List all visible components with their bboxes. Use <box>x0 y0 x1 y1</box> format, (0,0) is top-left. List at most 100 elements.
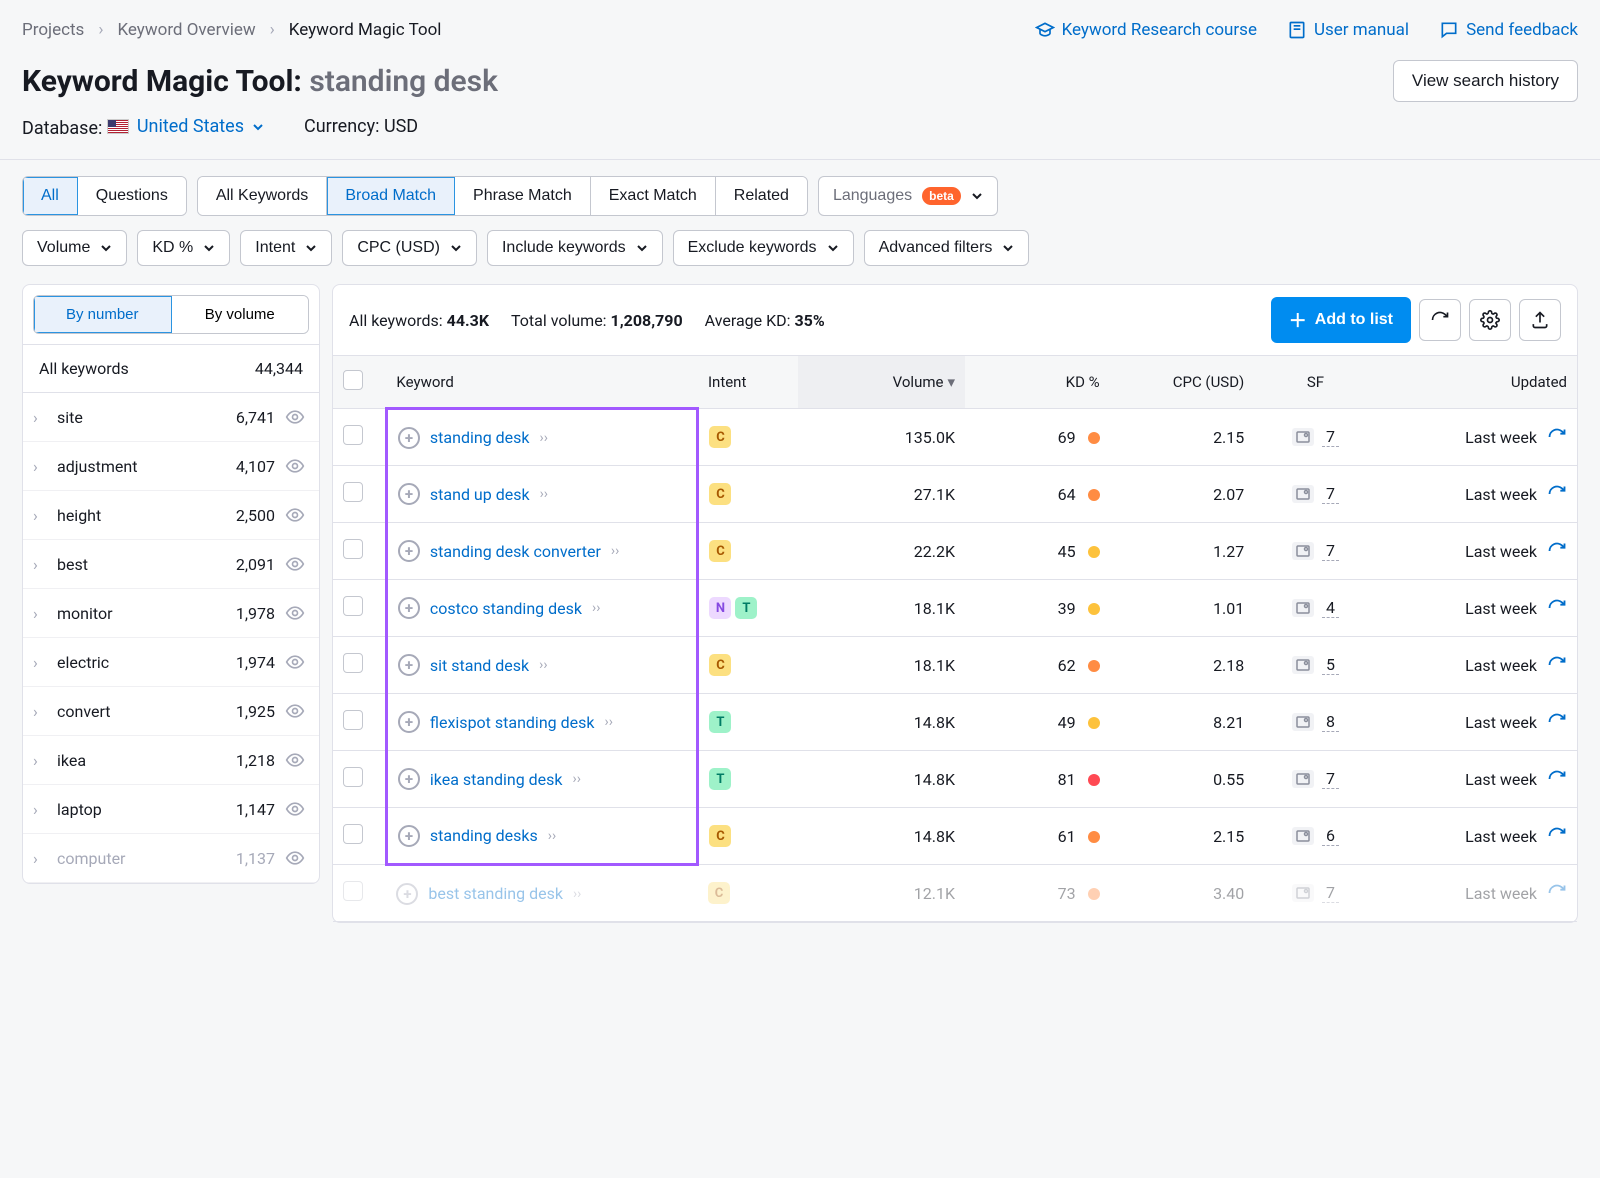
sidebar-item-electric[interactable]: › electric 1,974 <box>23 638 319 687</box>
sidebar-item-site[interactable]: › site 6,741 <box>23 393 319 442</box>
add-to-list-button[interactable]: ＋ Add to list <box>1271 297 1411 343</box>
eye-icon[interactable] <box>285 456 305 476</box>
add-keyword-icon[interactable]: + <box>398 825 420 847</box>
serp-features-icon[interactable] <box>1292 428 1314 446</box>
tab-phrase-match[interactable]: Phrase Match <box>455 177 591 215</box>
serp-features-icon[interactable] <box>1292 542 1314 560</box>
col-intent[interactable]: Intent <box>698 356 798 409</box>
row-checkbox[interactable] <box>343 653 363 673</box>
sidebar-item-height[interactable]: › height 2,500 <box>23 491 319 540</box>
serp-features-icon[interactable] <box>1292 770 1314 788</box>
refresh-row-icon[interactable] <box>1547 712 1567 732</box>
double-chevron-icon[interactable]: ›› <box>592 600 600 616</box>
add-keyword-icon[interactable]: + <box>398 711 420 733</box>
col-kd[interactable]: KD % <box>965 356 1110 409</box>
double-chevron-icon[interactable]: ›› <box>604 714 612 730</box>
breadcrumb-overview[interactable]: Keyword Overview <box>117 20 255 40</box>
tab-broad-match[interactable]: Broad Match <box>327 177 455 215</box>
serp-features-icon[interactable] <box>1292 827 1314 845</box>
eye-icon[interactable] <box>285 407 305 427</box>
sf-count[interactable]: 8 <box>1322 712 1339 732</box>
serp-features-icon[interactable] <box>1292 884 1314 902</box>
col-sf[interactable]: SF <box>1254 356 1376 409</box>
filter-intent[interactable]: Intent <box>240 230 332 266</box>
settings-button[interactable] <box>1469 299 1511 341</box>
keyword-link[interactable]: standing desk <box>430 428 530 447</box>
sf-count[interactable]: 7 <box>1322 541 1339 561</box>
refresh-row-icon[interactable] <box>1547 826 1567 846</box>
keyword-link[interactable]: sit stand desk <box>430 656 529 675</box>
row-checkbox[interactable] <box>343 824 363 844</box>
eye-icon[interactable] <box>285 750 305 770</box>
add-keyword-icon[interactable]: + <box>396 883 418 905</box>
double-chevron-icon[interactable]: ›› <box>540 486 548 502</box>
sf-count[interactable]: 7 <box>1322 769 1339 789</box>
filter-exclude-keywords[interactable]: Exclude keywords <box>673 230 854 266</box>
refresh-row-icon[interactable] <box>1547 427 1567 447</box>
filter-kd[interactable]: KD % <box>137 230 230 266</box>
export-button[interactable] <box>1519 299 1561 341</box>
add-keyword-icon[interactable]: + <box>398 540 420 562</box>
breadcrumb-projects[interactable]: Projects <box>22 20 84 40</box>
double-chevron-icon[interactable]: ›› <box>539 657 547 673</box>
sidebar-item-convert[interactable]: › convert 1,925 <box>23 687 319 736</box>
view-search-history-button[interactable]: View search history <box>1393 60 1578 102</box>
tab-questions[interactable]: Questions <box>78 177 186 215</box>
add-keyword-icon[interactable]: + <box>398 654 420 676</box>
serp-features-icon[interactable] <box>1292 656 1314 674</box>
col-volume[interactable]: Volume▾ <box>798 356 965 409</box>
send-feedback-link[interactable]: Send feedback <box>1439 20 1578 40</box>
sort-by-number[interactable]: By number <box>34 296 172 333</box>
add-keyword-icon[interactable]: + <box>398 483 420 505</box>
keyword-link[interactable]: stand up desk <box>430 485 530 504</box>
database-selector[interactable]: Database: United States <box>22 116 264 139</box>
select-all-checkbox[interactable] <box>343 370 363 390</box>
eye-icon[interactable] <box>285 701 305 721</box>
eye-icon[interactable] <box>285 554 305 574</box>
add-keyword-icon[interactable]: + <box>398 768 420 790</box>
row-checkbox[interactable] <box>343 425 363 445</box>
sidebar-item-best[interactable]: › best 2,091 <box>23 540 319 589</box>
row-checkbox[interactable] <box>343 596 363 616</box>
refresh-row-icon[interactable] <box>1547 541 1567 561</box>
keyword-link[interactable]: costco standing desk <box>430 599 582 618</box>
languages-dropdown[interactable]: Languages beta <box>818 176 998 216</box>
keyword-link[interactable]: flexispot standing desk <box>430 713 595 732</box>
refresh-row-icon[interactable] <box>1547 598 1567 618</box>
refresh-row-icon[interactable] <box>1547 883 1567 903</box>
keyword-link[interactable]: ikea standing desk <box>430 770 563 789</box>
keyword-link[interactable]: best standing desk <box>428 884 563 903</box>
eye-icon[interactable] <box>285 848 305 868</box>
col-cpc[interactable]: CPC (USD) <box>1110 356 1255 409</box>
filter-advanced[interactable]: Advanced filters <box>864 230 1030 266</box>
eye-icon[interactable] <box>285 799 305 819</box>
double-chevron-icon[interactable]: ›› <box>548 828 556 844</box>
double-chevron-icon[interactable]: ›› <box>573 886 581 902</box>
refresh-row-icon[interactable] <box>1547 769 1567 789</box>
keyword-link[interactable]: standing desks <box>430 826 538 845</box>
keyword-link[interactable]: standing desk converter <box>430 542 601 561</box>
tab-all[interactable]: All <box>23 177 78 215</box>
eye-icon[interactable] <box>285 505 305 525</box>
eye-icon[interactable] <box>285 603 305 623</box>
serp-features-icon[interactable] <box>1292 713 1314 731</box>
eye-icon[interactable] <box>285 652 305 672</box>
serp-features-icon[interactable] <box>1292 485 1314 503</box>
filter-include-keywords[interactable]: Include keywords <box>487 230 663 266</box>
filter-cpc[interactable]: CPC (USD) <box>342 230 477 266</box>
serp-features-icon[interactable] <box>1292 599 1314 617</box>
row-checkbox[interactable] <box>343 710 363 730</box>
row-checkbox[interactable] <box>343 482 363 502</box>
sidebar-item-computer[interactable]: › computer 1,137 <box>23 834 319 883</box>
double-chevron-icon[interactable]: ›› <box>540 430 548 446</box>
filter-volume[interactable]: Volume <box>22 230 127 266</box>
sf-count[interactable]: 7 <box>1322 427 1339 447</box>
sf-count[interactable]: 4 <box>1322 598 1339 618</box>
double-chevron-icon[interactable]: ›› <box>573 771 581 787</box>
tab-all-keywords[interactable]: All Keywords <box>198 177 327 215</box>
col-keyword[interactable]: Keyword <box>386 356 698 409</box>
keyword-course-link[interactable]: Keyword Research course <box>1035 20 1257 40</box>
col-updated[interactable]: Updated <box>1377 356 1577 409</box>
sf-count[interactable]: 6 <box>1322 826 1339 846</box>
row-checkbox[interactable] <box>343 767 363 787</box>
